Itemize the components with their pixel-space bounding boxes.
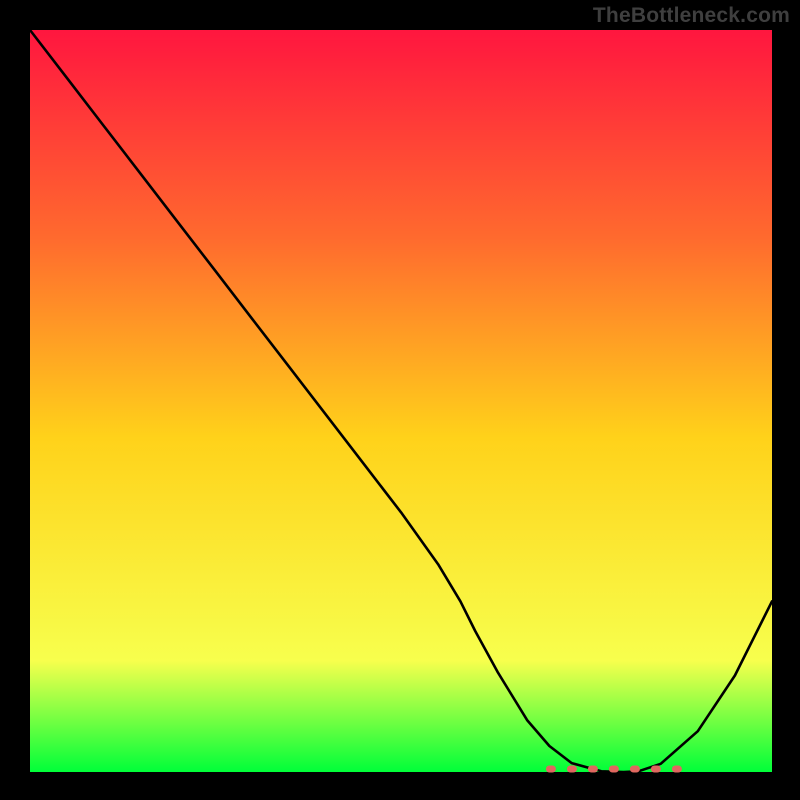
plot-background (30, 30, 772, 772)
bottleneck-chart (0, 0, 800, 800)
chart-stage: TheBottleneck.com (0, 0, 800, 800)
